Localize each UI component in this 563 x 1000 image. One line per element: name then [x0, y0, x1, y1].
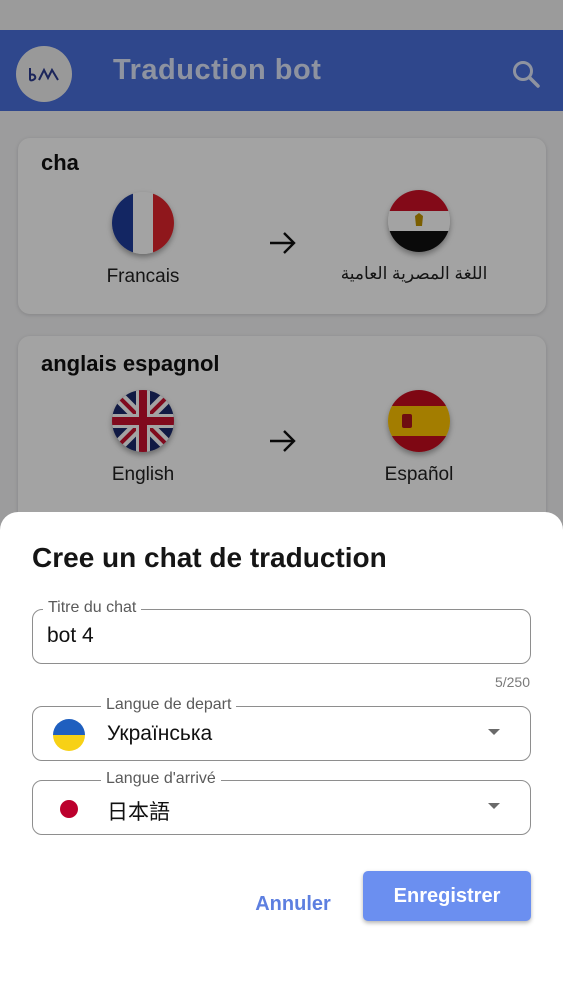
create-chat-sheet: Cree un chat de traduction Titre du chat…	[0, 512, 563, 1000]
source-language-value: Українська	[107, 722, 213, 745]
target-language-select-label: Langue d'arrivé	[101, 770, 221, 788]
target-language-select[interactable]: Langue d'arrivé 日本語	[32, 770, 531, 835]
sheet-title: Cree un chat de traduction	[32, 542, 387, 573]
character-counter: 5/250	[494, 674, 530, 690]
target-language-value: 日本語	[107, 801, 170, 824]
dropdown-arrow-icon[interactable]	[488, 803, 500, 809]
source-language-select-label: Langue de depart	[101, 696, 237, 714]
save-button[interactable]: Enregistrer	[363, 871, 531, 921]
japan-flag-icon	[53, 793, 85, 825]
chat-title-field[interactable]: Titre du chat bot 4	[32, 599, 531, 664]
source-language-select[interactable]: Langue de depart Українська	[32, 696, 531, 761]
chat-title-input[interactable]: bot 4	[47, 624, 94, 648]
dropdown-arrow-icon[interactable]	[488, 729, 500, 735]
chat-title-label: Titre du chat	[43, 599, 142, 617]
ukraine-flag-icon	[53, 719, 85, 751]
cancel-button[interactable]: Annuler	[248, 884, 338, 924]
